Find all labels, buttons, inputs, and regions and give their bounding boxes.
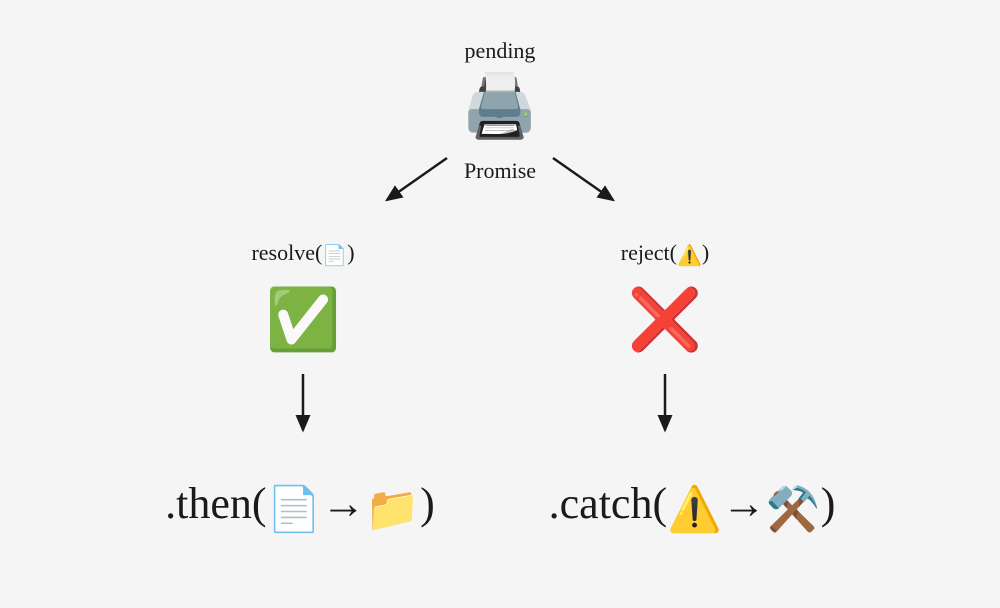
page-icon: 📄 [267,485,322,534]
then-prefix: .then( [165,479,266,528]
resolve-text-suffix: ) [347,240,354,265]
check-icon: ✅ [266,290,341,350]
resolve-label: resolve(📄) [251,240,354,268]
hammer-icon: ⚒️ [766,485,821,534]
catch-prefix: .catch( [549,479,667,528]
printer-icon: 🖨️ [461,76,538,138]
then-expression: .then(📄→📁) [165,478,435,535]
then-arrow-glyph: → [321,479,365,528]
warning-icon: ⚠️ [667,485,722,534]
promise-diagram: pending 🖨️ Promise resolve(📄) ✅ [0,0,1000,608]
page-icon: 📄 [322,245,347,267]
arrow-reject-to-catch [653,370,677,440]
then-suffix: ) [420,479,435,528]
cross-icon: ❌ [628,290,703,350]
folder-icon: 📁 [365,485,420,534]
pending-label: pending [465,38,536,64]
arrow-to-resolve [375,150,455,210]
catch-arrow-glyph: → [722,479,766,528]
resolve-text-prefix: resolve( [251,240,322,265]
catch-expression: .catch(⚠️→⚒️) [549,478,836,535]
reject-label: reject(⚠️) [621,240,709,268]
arrow-resolve-to-then [291,370,315,440]
promise-label: Promise [464,158,536,184]
warning-icon: ⚠️ [677,245,702,267]
reject-text-prefix: reject( [621,240,677,265]
reject-text-suffix: ) [702,240,709,265]
arrow-to-reject [545,150,625,210]
catch-suffix: ) [821,479,836,528]
